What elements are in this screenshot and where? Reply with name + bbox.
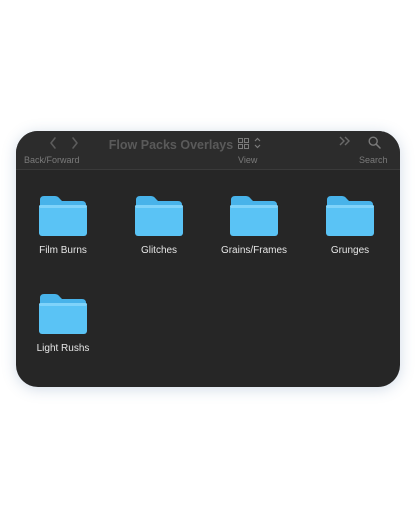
- back-forward-group: [46, 136, 82, 150]
- folder-item-film-burns[interactable]: Film Burns: [18, 194, 108, 256]
- folder-item-glitches[interactable]: Glitches: [114, 194, 204, 256]
- folder-item-grains-frames[interactable]: Grains/Frames: [209, 194, 299, 256]
- forward-button[interactable]: [68, 136, 82, 150]
- folder-grid: Film Burns Glitches Grains/Frames Grunge…: [16, 170, 400, 387]
- view-button[interactable]: [238, 136, 268, 150]
- folder-item-grunges[interactable]: Grunges: [305, 194, 395, 256]
- back-button[interactable]: [46, 136, 60, 150]
- folder-label: Grunges: [330, 245, 370, 256]
- window-title: Flow Packs Overlays: [108, 138, 234, 152]
- folder-label: Grains/Frames: [220, 245, 288, 256]
- folder-icon: [39, 294, 87, 334]
- finder-window: Back/Forward Flow Packs Overlays View Se…: [16, 131, 400, 387]
- more-toolbar-button[interactable]: [338, 135, 352, 151]
- folder-icon: [326, 196, 374, 236]
- folder-icon: [39, 196, 87, 236]
- back-forward-label: Back/Forward: [24, 155, 80, 165]
- double-chevron-right-icon: [339, 136, 350, 146]
- folder-label: Film Burns: [39, 245, 87, 256]
- toolbar: Back/Forward Flow Packs Overlays View Se…: [16, 131, 400, 170]
- search-button[interactable]: [368, 136, 381, 154]
- folder-icon: [135, 196, 183, 236]
- folder-label: Light Rushs: [36, 343, 90, 354]
- chevron-right-icon: [72, 137, 78, 149]
- folder-item-light-rushs[interactable]: Light Rushs: [18, 292, 108, 354]
- view-label: View: [238, 155, 258, 165]
- chevron-left-icon: [50, 137, 56, 149]
- folder-icon: [230, 196, 278, 236]
- magnifier-icon: [368, 136, 381, 149]
- chevron-updown-icon: [254, 137, 261, 149]
- search-label: Search: [359, 155, 388, 165]
- icon-grid-icon: [238, 138, 249, 149]
- folder-label: Glitches: [140, 245, 178, 256]
